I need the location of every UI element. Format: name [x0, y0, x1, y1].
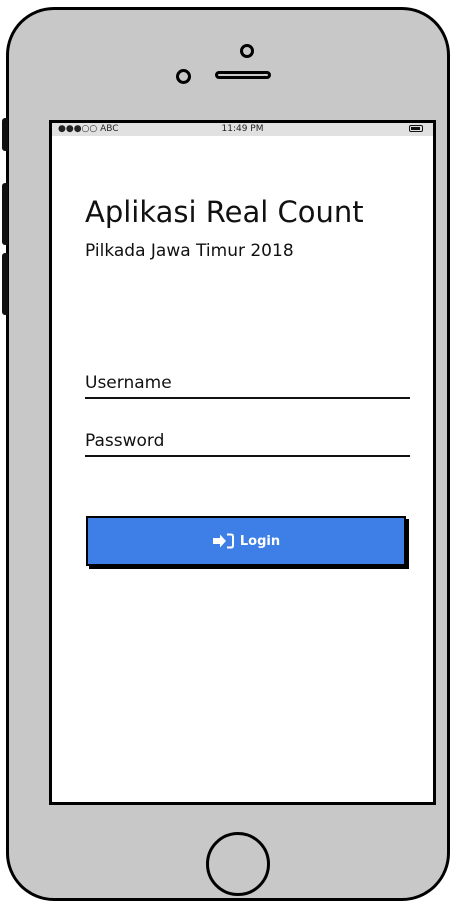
phone-frame: ●●●○○ ABC 11:49 PM Aplikasi Real Count P…	[2, 7, 450, 901]
password-label: Password	[85, 431, 165, 451]
home-button[interactable]	[206, 832, 270, 896]
status-time: 11:49 PM	[221, 124, 264, 134]
password-field[interactable]: Password	[85, 427, 410, 457]
battery-icon	[409, 125, 423, 132]
username-label: Username	[85, 373, 172, 393]
app-title: Aplikasi Real Count	[85, 195, 364, 229]
carrier-signal: ●●●○○ ABC	[58, 124, 119, 134]
volume-down-button	[2, 253, 8, 315]
front-camera-icon	[240, 44, 254, 58]
earpiece-speaker	[215, 71, 271, 79]
sign-in-icon	[212, 533, 234, 549]
phone-screen: ●●●○○ ABC 11:49 PM Aplikasi Real Count P…	[49, 120, 436, 805]
username-field[interactable]: Username	[85, 369, 410, 399]
mute-switch	[2, 118, 8, 151]
sensor-icon	[176, 69, 191, 84]
login-button[interactable]: Login	[86, 516, 406, 566]
login-button-label: Login	[239, 533, 281, 549]
status-bar: ●●●○○ ABC 11:49 PM	[52, 123, 433, 136]
volume-up-button	[2, 183, 8, 245]
app-subtitle: Pilkada Jawa Timur 2018	[85, 241, 294, 261]
